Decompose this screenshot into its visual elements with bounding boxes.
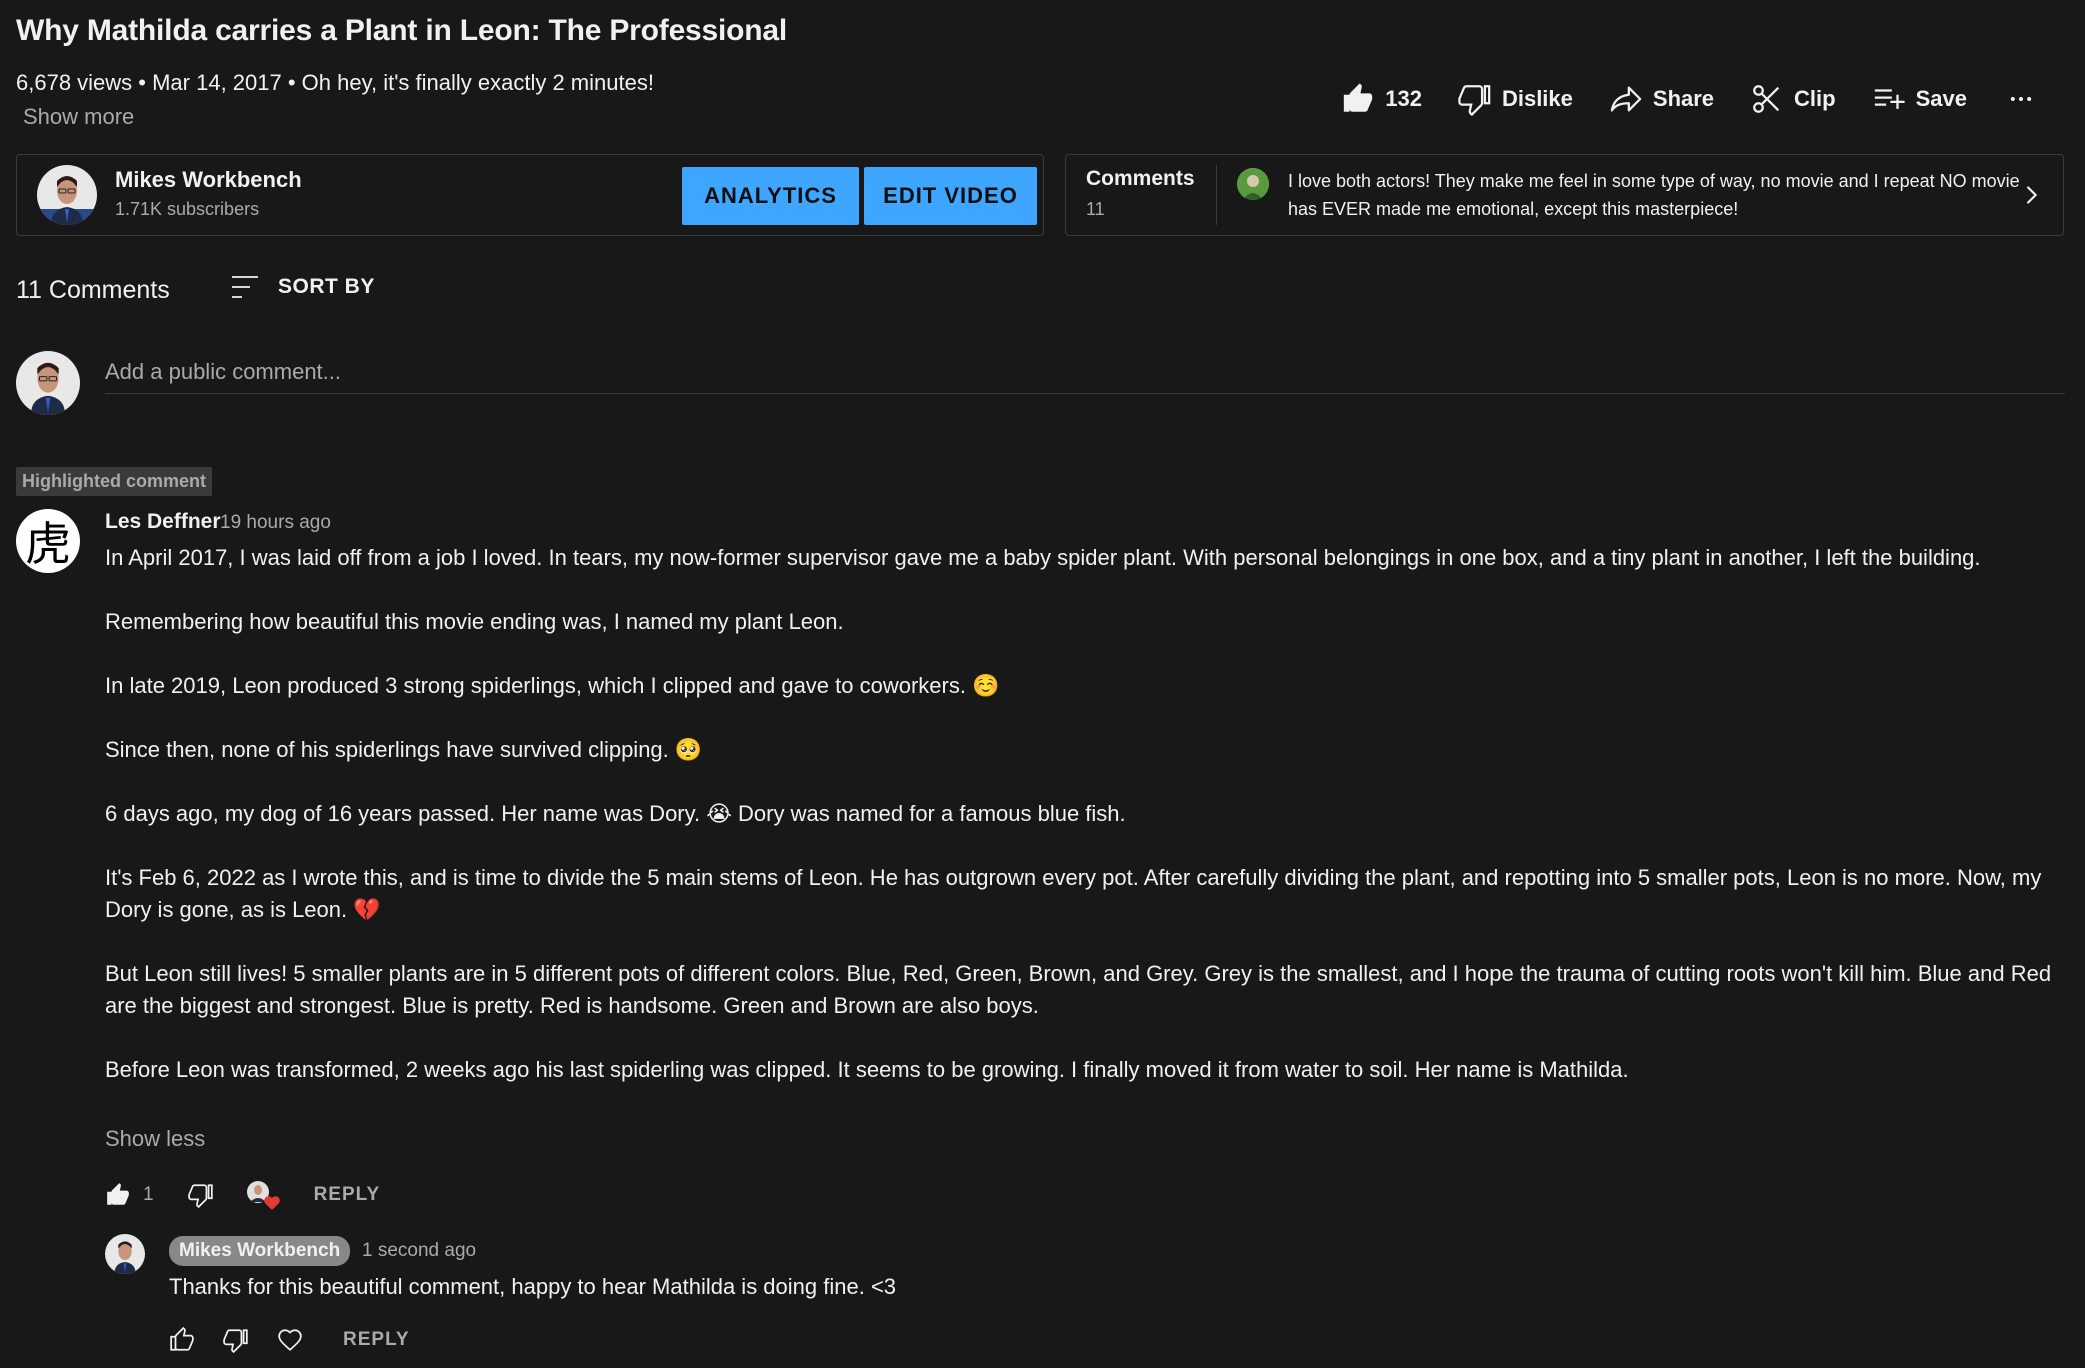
highlighted-comment-badge: Highlighted comment: [16, 467, 212, 496]
thumbs-up-icon: [1341, 82, 1375, 116]
save-button[interactable]: Save: [1872, 82, 1967, 116]
comment-paragraph: It's Feb 6, 2022 as I wrote this, and is…: [105, 865, 2042, 922]
comments-count: 11 Comments: [16, 276, 170, 304]
comment-paragraph: But Leon still lives! 5 smaller plants a…: [105, 961, 2052, 1018]
comment-dislike-button[interactable]: [187, 1182, 214, 1208]
reply-heart-button[interactable]: [277, 1327, 303, 1353]
more-horiz-icon: [2007, 85, 2035, 113]
comment-actions: 1 REPLY: [105, 1178, 380, 1212]
comment-paragraph: In late 2019, Leon produced 3 strong spi…: [105, 673, 1000, 698]
share-icon: [1609, 82, 1643, 116]
dislike-button[interactable]: Dislike: [1458, 82, 1573, 116]
share-button[interactable]: Share: [1609, 82, 1714, 116]
thumbs-up-icon: [105, 1182, 131, 1208]
edit-video-button[interactable]: EDIT VIDEO: [864, 167, 1037, 225]
comment-like-count: 1: [143, 1184, 154, 1205]
channel-subscribers: 1.71K subscribers: [115, 199, 260, 219]
sort-by-label: SORT BY: [278, 275, 375, 298]
video-actions: 132 Dislike Share Clip Save: [1341, 82, 2035, 116]
show-more-link[interactable]: Show more: [23, 104, 134, 130]
playlist-add-icon: [1872, 82, 1906, 116]
thumbs-down-icon: [223, 1327, 249, 1353]
chevron-right-icon: [2017, 179, 2045, 211]
comment-author[interactable]: Les Deffner: [105, 510, 221, 534]
comment-paragraph: In April 2017, I was laid off from a job…: [105, 545, 1981, 570]
comment-body: In April 2017, I was laid off from a job…: [105, 542, 2055, 1086]
reply-author-badge[interactable]: Mikes Workbench: [169, 1236, 351, 1266]
video-meta: 6,678 views • Mar 14, 2017 • Oh hey, it'…: [16, 70, 654, 95]
sort-by-button[interactable]: SORT BY: [230, 274, 375, 300]
dislike-label: Dislike: [1501, 86, 1573, 111]
save-label: Save: [1915, 86, 1967, 111]
share-label: Share: [1652, 86, 1715, 111]
show-less-link[interactable]: Show less: [105, 1126, 205, 1152]
clip-label: Clip: [1794, 86, 1836, 111]
teaser-title: Comments: [1086, 167, 1195, 190]
reply-reply-button[interactable]: REPLY: [343, 1329, 410, 1351]
creator-heart-button[interactable]: [244, 1178, 282, 1212]
channel-avatar[interactable]: [37, 165, 97, 225]
comments-teaser[interactable]: Comments 11 I love both actors! They mak…: [1065, 154, 2064, 236]
reply-text: Thanks for this beautiful comment, happy…: [169, 1274, 897, 1299]
scissors-icon: [1750, 82, 1784, 116]
reply-time[interactable]: 1 second ago: [362, 1240, 476, 1262]
sort-icon: [230, 274, 260, 300]
teaser-avatar: [1237, 168, 1269, 200]
teaser-count: 11: [1086, 199, 1105, 219]
comment-paragraph: Since then, none of his spiderlings have…: [105, 737, 703, 762]
creator-heart-icon: [244, 1178, 282, 1212]
comment-time[interactable]: 19 hours ago: [220, 512, 331, 534]
thumbs-up-outline-icon: [169, 1327, 195, 1353]
comment-paragraph: Before Leon was transformed, 2 weeks ago…: [105, 1057, 1629, 1082]
reply-actions: REPLY: [169, 1327, 410, 1353]
thumbs-down-icon: [187, 1182, 214, 1208]
comment-paragraph: Remembering how beautiful this movie end…: [105, 609, 844, 634]
reply-dislike-button[interactable]: [223, 1327, 249, 1353]
like-button[interactable]: 132: [1341, 82, 1422, 116]
like-count: 132: [1385, 86, 1422, 111]
channel-name[interactable]: Mikes Workbench: [115, 167, 302, 193]
more-actions-button[interactable]: [2007, 85, 2035, 113]
add-comment-input[interactable]: [105, 350, 2065, 394]
current-user-avatar: [16, 351, 80, 415]
teaser-comment-text: I love both actors! They make me feel in…: [1288, 171, 2020, 219]
comment-like-button[interactable]: [105, 1182, 131, 1208]
reply-author-avatar[interactable]: [105, 1234, 145, 1274]
clip-button[interactable]: Clip: [1750, 82, 1836, 116]
thumbs-down-icon: [1458, 82, 1492, 116]
reply-like-button[interactable]: [169, 1327, 195, 1353]
channel-box: Mikes Workbench 1.71K subscribers ANALYT…: [16, 154, 1044, 236]
teaser-divider: [1216, 165, 1217, 225]
comment-paragraph: 6 days ago, my dog of 16 years passed. H…: [105, 801, 1126, 826]
heart-outline-icon: [277, 1327, 303, 1353]
video-title: Why Mathilda carries a Plant in Leon: Th…: [16, 14, 788, 47]
commenter-avatar[interactable]: 虎: [16, 509, 80, 573]
analytics-button[interactable]: ANALYTICS: [682, 167, 859, 225]
reply-button[interactable]: REPLY: [314, 1184, 381, 1206]
